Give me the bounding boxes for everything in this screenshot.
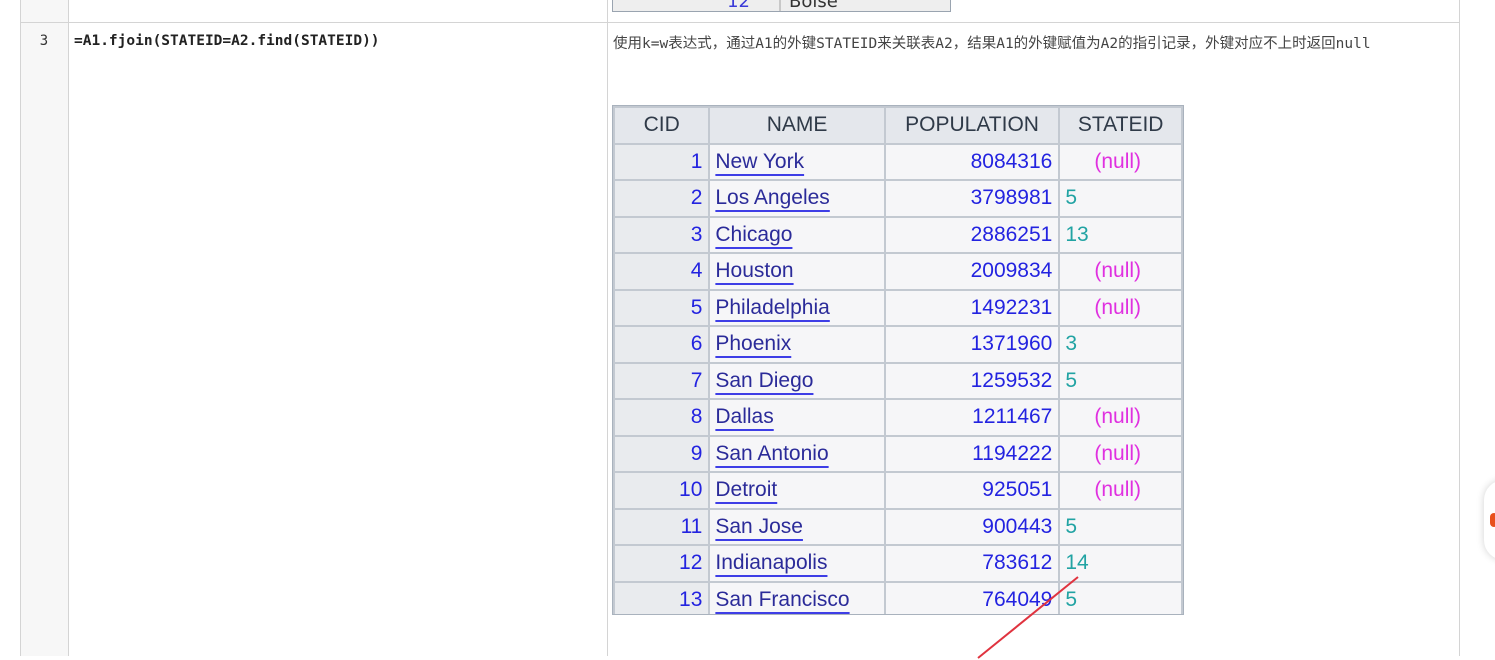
cell-population: 2009834	[883, 252, 1061, 291]
cell-cid: 7	[613, 361, 711, 400]
cell-description: 使用k=w表达式，通过A1的外键STATEID来关联表A2，结果A1的外键赋值为…	[613, 36, 1371, 52]
cell-cid: 2	[613, 179, 711, 218]
table-row: 3 Chicago 2886251 13	[613, 215, 1183, 254]
record-link[interactable]: Phoenix	[715, 332, 791, 355]
table-row: 10 Detroit 925051 (null)	[613, 471, 1183, 510]
cell-cid: 6	[613, 325, 711, 364]
cell-cid: 10	[613, 471, 711, 510]
cell-stateid: (null)	[1058, 288, 1183, 327]
table-row: 2 Los Angeles 3798981 5	[613, 179, 1183, 218]
cell-name[interactable]: Indianapolis	[708, 544, 886, 583]
prev-fragment-num: 12	[727, 0, 750, 12]
table-row: 12 Indianapolis 783612 14	[613, 544, 1183, 583]
divider	[607, 0, 608, 656]
cell-cid: 11	[613, 507, 711, 546]
table-row: 1 New York 8084316 (null)	[613, 142, 1183, 181]
cell-expression[interactable]: =A1.fjoin(STATEID=A2.find(STATEID))	[74, 33, 380, 49]
cell-name[interactable]: Dallas	[708, 398, 886, 437]
row-number-column	[20, 0, 68, 656]
cell-population: 1371960	[883, 325, 1061, 364]
cell-stateid: 3	[1058, 325, 1183, 364]
cell-stateid: 13	[1058, 215, 1183, 254]
cell-cid: 3	[613, 215, 711, 254]
divider	[1459, 0, 1460, 656]
header-name: NAME	[708, 106, 886, 145]
record-link[interactable]: Chicago	[715, 223, 792, 246]
table-row: 9 San Antonio 1194222 (null)	[613, 434, 1183, 473]
cell-stateid: 5	[1058, 179, 1183, 218]
record-link[interactable]: Indianapolis	[715, 551, 827, 574]
cell-cid: 13	[613, 580, 711, 614]
cell-population: 8084316	[883, 142, 1061, 181]
cell-name[interactable]: Houston	[708, 252, 886, 291]
cell-population: 2886251	[883, 215, 1061, 254]
cell-name[interactable]: Los Angeles	[708, 179, 886, 218]
table-row: 11 San Jose 900443 5	[613, 507, 1183, 546]
cell-population: 1211467	[883, 398, 1061, 437]
previous-result-image-fragment: 12 Boise	[612, 0, 951, 12]
cell-cid: 9	[613, 434, 711, 473]
header-population: POPULATION	[883, 106, 1061, 145]
row-divider	[20, 22, 1460, 23]
cell-stateid: 5	[1058, 507, 1183, 546]
record-link[interactable]: San Diego	[715, 369, 813, 392]
cell-population: 3798981	[883, 179, 1061, 218]
table-row: 7 San Diego 1259532 5	[613, 361, 1183, 400]
cell-population: 925051	[883, 471, 1061, 510]
cell-name[interactable]: San Jose	[708, 507, 886, 546]
cell-name[interactable]: San Francisco	[708, 580, 886, 614]
record-link[interactable]: Detroit	[715, 478, 777, 501]
cell-population: 1194222	[883, 434, 1061, 473]
record-link[interactable]: San Antonio	[715, 442, 828, 465]
record-link[interactable]: San Francisco	[715, 588, 849, 611]
document-table: 12 Boise 3 =A1.fjoin(STATEID=A2.find(STA…	[0, 0, 1495, 659]
row-number: 3	[39, 33, 49, 49]
cell-name[interactable]: San Antonio	[708, 434, 886, 473]
cell-population: 1492231	[883, 288, 1061, 327]
result-table: CID NAME POPULATION STATEID 1 New York 808…	[613, 106, 1183, 614]
header-cid: CID	[613, 106, 711, 145]
table-row: 6 Phoenix 1371960 3	[613, 325, 1183, 364]
cell-population: 900443	[883, 507, 1061, 546]
cell-cid: 5	[613, 288, 711, 327]
record-link[interactable]: Dallas	[715, 405, 773, 428]
cell-cid: 12	[613, 544, 711, 583]
divider	[779, 0, 781, 11]
record-link[interactable]: Houston	[715, 259, 793, 282]
brand-icon	[1490, 513, 1495, 527]
cell-name[interactable]: Philadelphia	[708, 288, 886, 327]
cell-population: 1259532	[883, 361, 1061, 400]
record-link[interactable]: New York	[715, 150, 804, 173]
cell-name[interactable]: New York	[708, 142, 886, 181]
cell-stateid: (null)	[1058, 252, 1183, 291]
cell-stateid: 5	[1058, 361, 1183, 400]
cell-stateid: (null)	[1058, 471, 1183, 510]
red-arrow-annotation	[977, 576, 1079, 659]
table-row: 5 Philadelphia 1492231 (null)	[613, 288, 1183, 327]
table-row: 4 Houston 2009834 (null)	[613, 252, 1183, 291]
table-row: 8 Dallas 1211467 (null)	[613, 398, 1183, 437]
prev-fragment-name: Boise	[789, 0, 838, 12]
cell-cid: 8	[613, 398, 711, 437]
header-stateid: STATEID	[1058, 106, 1183, 145]
record-link[interactable]: San Jose	[715, 515, 803, 538]
cell-cid: 4	[613, 252, 711, 291]
cell-stateid: (null)	[1058, 398, 1183, 437]
cell-name[interactable]: Phoenix	[708, 325, 886, 364]
cell-cid: 1	[613, 142, 711, 181]
cell-stateid: (null)	[1058, 434, 1183, 473]
floating-side-button[interactable]	[1484, 480, 1495, 560]
record-link[interactable]: Philadelphia	[715, 296, 829, 319]
cell-name[interactable]: San Diego	[708, 361, 886, 400]
cell-name[interactable]: Chicago	[708, 215, 886, 254]
divider	[68, 0, 69, 656]
header-row: CID NAME POPULATION STATEID	[613, 106, 1183, 145]
divider	[20, 0, 21, 656]
cell-name[interactable]: Detroit	[708, 471, 886, 510]
result-grid-image: CID NAME POPULATION STATEID 1 New York 808…	[612, 105, 1184, 615]
record-link[interactable]: Los Angeles	[715, 186, 829, 209]
cell-stateid: (null)	[1058, 142, 1183, 181]
table-row: 13 San Francisco 764049 5	[613, 580, 1183, 614]
